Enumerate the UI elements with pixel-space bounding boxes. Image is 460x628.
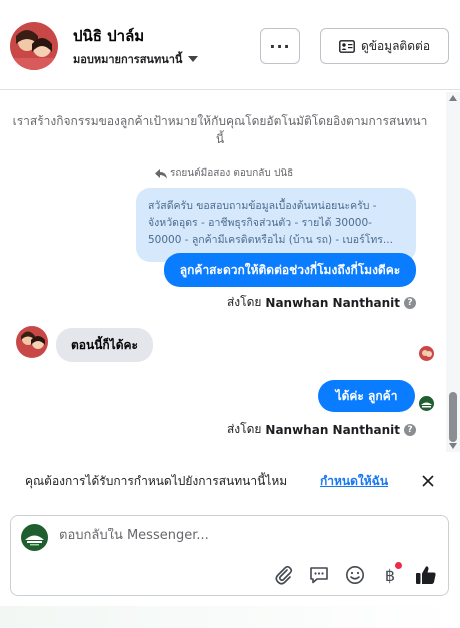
saved-replies-button[interactable] — [308, 564, 330, 586]
message-thread: เราสร้างกิจกรรมของลูกค้าเป้าหมายให้กับคุ… — [0, 90, 446, 455]
more-options-button[interactable]: ··· — [260, 28, 300, 64]
quoted-message[interactable]: สวัสดีครับ ขอสอบถามข้อมูลเบื้องต้นหน่อยน… — [136, 188, 416, 262]
emoji-button[interactable] — [344, 564, 366, 586]
outgoing-message[interactable]: ลูกค้าสะดวกให้ติดต่อช่วงกี่โมงถึงกี่โมงด… — [164, 253, 416, 287]
banner-text: คุณต้องการได้รับการกำหนดไปยังการสนทนานี้… — [25, 474, 288, 488]
contact-name[interactable]: ปนิธิ ปาล์ม — [73, 24, 144, 48]
sender-name: Nanwhan Nanthanit — [265, 295, 400, 310]
assign-banner: คุณต้องการได้รับการกำหนดไปยังการสนทนานี้… — [0, 460, 460, 500]
contact-avatar[interactable] — [10, 22, 58, 70]
assign-label: มอบหมายการสนทนานี้ — [73, 53, 183, 66]
reply-arrow-icon — [155, 168, 167, 178]
like-button[interactable] — [415, 564, 437, 586]
more-icon: ··· — [269, 36, 291, 56]
contact-info-label: ดูข้อมูลติดต่อ — [360, 38, 431, 53]
baht-icon: ฿ — [384, 565, 396, 585]
assign-conversation-dropdown[interactable]: มอบหมายการสนทนานี้ — [73, 50, 199, 68]
reply-context-text: รถยนต์มือสอง ตอบกลับ ปนิธิ — [170, 168, 294, 179]
sent-by-prefix: ส่งโดย — [226, 295, 262, 309]
view-contact-info-button[interactable]: ดูข้อมูลติดต่อ — [320, 28, 449, 64]
emoji-icon — [346, 566, 364, 584]
chevron-down-icon — [188, 56, 199, 62]
sent-by-label: ส่งโดย Nanwhan Nanthanit ? — [227, 293, 416, 312]
page-avatar — [419, 396, 434, 411]
reply-input[interactable] — [59, 528, 429, 543]
reply-context: รถยนต์มือสอง ตอบกลับ ปนิธิ — [155, 166, 293, 181]
sent-by-label: ส่งโดย Nanwhan Nanthanit ? — [227, 420, 416, 439]
seen-avatar — [419, 346, 434, 361]
scrollbar-thumb[interactable] — [449, 392, 457, 442]
notification-dot — [395, 562, 402, 569]
sent-by-prefix: ส่งโดย — [226, 422, 262, 436]
payment-button[interactable]: ฿ — [379, 562, 402, 586]
contact-card-icon — [339, 39, 355, 53]
thumbs-up-icon — [416, 566, 436, 584]
system-note: เราสร้างกิจกรรมของลูกค้าเป้าหมายให้กับคุ… — [12, 114, 428, 146]
conversation-header: ปนิธิ ปาล์ม มอบหมายการสนทนานี้ ··· ดูข้อ… — [0, 0, 460, 90]
assign-to-me-link[interactable]: กำหนดให้ฉัน — [320, 472, 388, 491]
scroll-up-arrow[interactable] — [449, 95, 457, 101]
info-icon[interactable]: ? — [404, 423, 416, 436]
sender-avatar — [16, 326, 48, 358]
info-icon[interactable]: ? — [404, 296, 416, 309]
incoming-message[interactable]: ตอนนี้ก็ได้คะ — [56, 328, 153, 362]
outgoing-message[interactable]: ได้ค่ะ ลูกค้า — [318, 380, 415, 412]
scroll-down-arrow[interactable] — [449, 443, 457, 449]
thread-scrollbar[interactable] — [446, 92, 460, 452]
close-icon[interactable] — [420, 473, 436, 489]
sender-name: Nanwhan Nanthanit — [265, 422, 400, 437]
message-composer: ฿ — [10, 515, 449, 596]
speech-bubble-icon — [310, 567, 328, 584]
footer-strip — [0, 606, 460, 628]
attach-button[interactable] — [273, 564, 295, 586]
attach-icon — [275, 565, 293, 585]
page-avatar — [21, 524, 48, 551]
